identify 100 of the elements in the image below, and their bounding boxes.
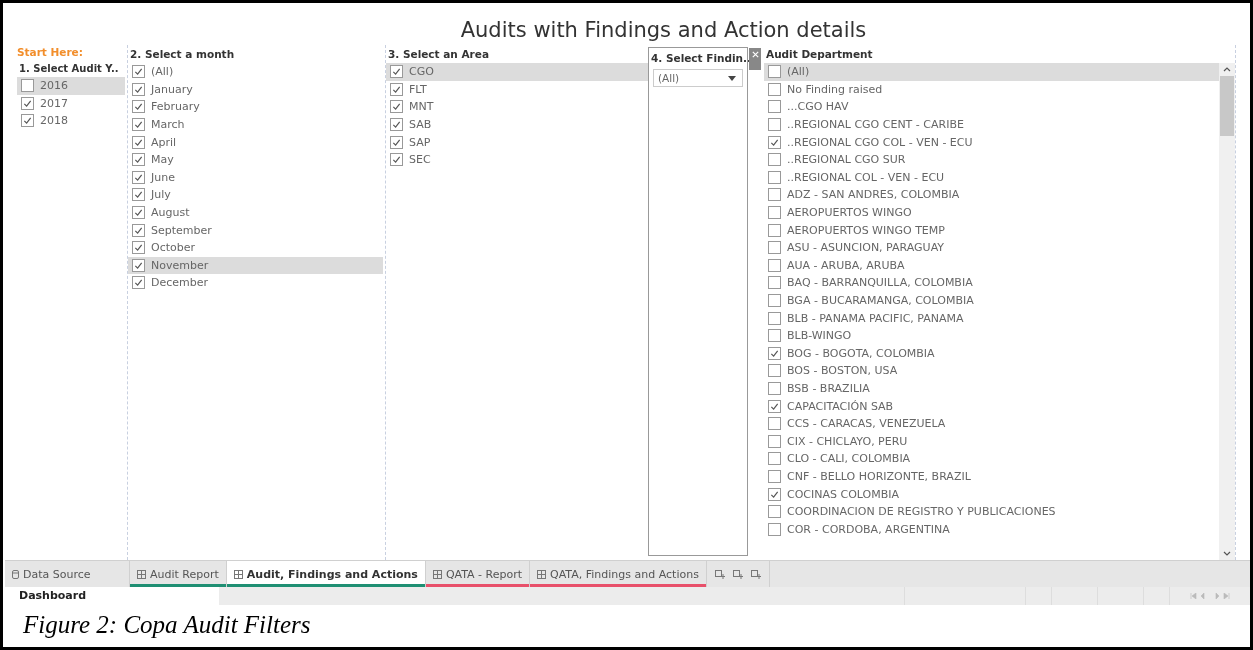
filter-option[interactable]: CCS - CARACAS, VENEZUELA <box>764 414 1219 433</box>
scroll-up-icon[interactable] <box>1223 67 1231 72</box>
filter-option[interactable]: March <box>128 115 383 134</box>
checkbox[interactable] <box>768 382 781 395</box>
checkbox[interactable] <box>132 276 145 290</box>
filter-option[interactable]: BAQ - BARRANQUILLA, COLOMBIA <box>764 274 1219 292</box>
new-sheet-icon[interactable] <box>714 569 725 579</box>
checkbox[interactable] <box>768 452 781 466</box>
filter-option[interactable]: SAP <box>386 133 648 151</box>
checkbox[interactable] <box>768 258 781 272</box>
filter-option[interactable]: MNT <box>386 98 648 116</box>
checkbox[interactable] <box>768 118 781 132</box>
checkbox[interactable] <box>768 223 781 237</box>
checkbox[interactable] <box>768 346 781 360</box>
new-sheet-icon[interactable] <box>732 569 743 579</box>
checkbox[interactable] <box>768 399 781 413</box>
filter-option[interactable]: AEROPUERTOS WINGO TEMP <box>764 221 1219 239</box>
checkbox[interactable] <box>132 65 145 79</box>
checkbox[interactable] <box>768 241 781 255</box>
filter-option[interactable]: ASU - ASUNCION, PARAGUAY <box>764 238 1219 257</box>
filter-option[interactable]: SEC <box>386 150 648 169</box>
checkbox[interactable] <box>390 82 403 96</box>
filter-option[interactable]: June <box>128 168 383 187</box>
checkbox[interactable] <box>21 96 34 110</box>
checkbox[interactable] <box>21 79 34 93</box>
checkbox[interactable] <box>768 505 781 519</box>
filter-option[interactable]: BSB - BRAZILIA <box>764 379 1219 398</box>
checkbox[interactable] <box>768 188 781 202</box>
checkbox[interactable] <box>132 118 145 132</box>
filter-option[interactable]: BGA - BUCARAMANGA, COLOMBIA <box>764 291 1219 310</box>
checkbox[interactable] <box>768 100 781 114</box>
checkbox[interactable] <box>768 170 781 184</box>
filter-option[interactable]: April <box>128 133 383 151</box>
checkbox[interactable] <box>390 118 403 132</box>
checkbox[interactable] <box>390 65 403 79</box>
checkbox[interactable] <box>390 100 403 114</box>
filter-option[interactable]: 2016 <box>17 77 125 95</box>
filter-option[interactable]: ..REGIONAL CGO CENT - CARIBE <box>764 115 1219 134</box>
filter-option[interactable]: BOS - BOSTON, USA <box>764 362 1219 380</box>
checkbox[interactable] <box>768 276 781 290</box>
checkbox[interactable] <box>768 417 781 431</box>
checkbox[interactable] <box>21 114 34 128</box>
new-sheet-icon[interactable] <box>750 569 761 579</box>
checkbox[interactable] <box>390 153 403 167</box>
filter-option[interactable]: 2018 <box>17 112 125 130</box>
checkbox[interactable] <box>132 153 145 167</box>
checkbox[interactable] <box>768 206 781 220</box>
filter-option[interactable]: CIX - CHICLAYO, PERU <box>764 432 1219 451</box>
checkbox[interactable] <box>390 135 403 149</box>
filter-option[interactable]: SAB <box>386 115 648 134</box>
filter-option[interactable]: COR - CORDOBA, ARGENTINA <box>764 520 1219 539</box>
checkbox[interactable] <box>768 135 781 149</box>
checkbox[interactable] <box>768 364 781 378</box>
checkbox[interactable] <box>132 241 145 255</box>
scrollbar[interactable] <box>1219 63 1235 560</box>
checkbox[interactable] <box>132 100 145 114</box>
filter-option[interactable]: ...CGO HAV <box>764 98 1219 116</box>
checkbox[interactable] <box>132 170 145 184</box>
checkbox[interactable] <box>132 223 145 237</box>
close-icon[interactable] <box>749 48 761 70</box>
filter-option[interactable]: January <box>128 80 383 99</box>
checkbox[interactable] <box>768 329 781 343</box>
filter-option[interactable]: October <box>128 238 383 257</box>
checkbox[interactable] <box>132 258 145 272</box>
filter-option[interactable]: CAPACITACIÓN SAB <box>764 397 1219 415</box>
filter-option[interactable]: (All) <box>764 63 1219 81</box>
checkbox[interactable] <box>132 206 145 220</box>
filter-option[interactable]: 2017 <box>17 94 125 113</box>
filter-option[interactable]: May <box>128 150 383 169</box>
filter-option[interactable]: CLO - CALI, COLOMBIA <box>764 450 1219 468</box>
filter-option[interactable]: COORDINACION DE REGISTRO Y PUBLICACIONES <box>764 502 1219 521</box>
filter-option[interactable]: COCINAS COLOMBIA <box>764 485 1219 503</box>
filter-option[interactable]: February <box>128 98 383 116</box>
filter-option[interactable]: CNF - BELLO HORIZONTE, BRAZIL <box>764 467 1219 486</box>
checkbox[interactable] <box>768 469 781 483</box>
filter-option[interactable]: BOG - BOGOTA, COLOMBIA <box>764 344 1219 363</box>
checkbox[interactable] <box>768 434 781 448</box>
filter-option[interactable]: July <box>128 186 383 204</box>
checkbox[interactable] <box>132 188 145 202</box>
checkbox[interactable] <box>768 153 781 167</box>
filter-option[interactable]: December <box>128 274 383 292</box>
checkbox[interactable] <box>768 487 781 501</box>
checkbox[interactable] <box>132 135 145 149</box>
filter-option[interactable]: ADZ - SAN ANDRES, COLOMBIA <box>764 186 1219 204</box>
filter-option[interactable]: (All) <box>128 63 383 81</box>
scroll-thumb[interactable] <box>1220 76 1234 136</box>
checkbox[interactable] <box>768 65 781 79</box>
filter-option[interactable]: ..REGIONAL COL - VEN - ECU <box>764 168 1219 187</box>
dropdown[interactable]: (All) <box>653 69 743 87</box>
filter-option[interactable]: AUA - ARUBA, ARUBA <box>764 256 1219 275</box>
sheet-tab[interactable]: Audit, Findings and Actions <box>226 561 426 587</box>
filter-option[interactable]: BLB-WINGO <box>764 326 1219 345</box>
checkbox[interactable] <box>132 82 145 96</box>
checkbox[interactable] <box>768 82 781 96</box>
scroll-down-icon[interactable] <box>1223 551 1231 556</box>
checkbox[interactable] <box>768 522 781 536</box>
filter-option[interactable]: ..REGIONAL CGO SUR <box>764 150 1219 169</box>
filter-option[interactable]: November <box>128 256 383 275</box>
filter-option[interactable]: ..REGIONAL CGO COL - VEN - ECU <box>764 133 1219 151</box>
filter-option[interactable]: No Finding raised <box>764 80 1219 99</box>
